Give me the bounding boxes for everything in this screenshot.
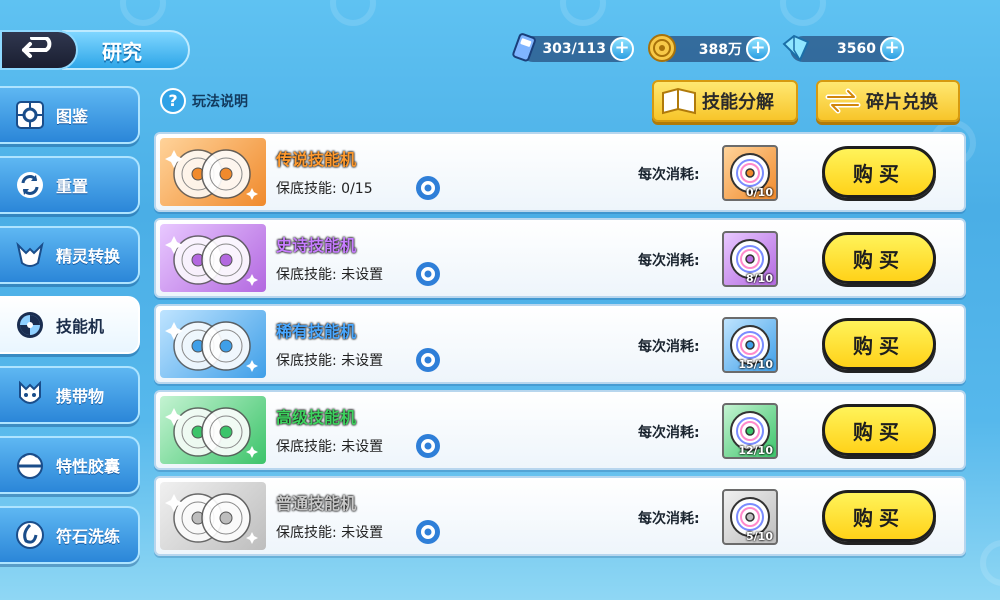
capsule-icon [14, 449, 46, 481]
cost-item: 0/10 [722, 145, 778, 201]
sidebar-item-label: 图鉴 [56, 107, 89, 126]
crystal-icon [782, 34, 810, 62]
skill-machine-row: 传说技能机 保底技能: 0/15 每次消耗: 0/10 购买 [154, 132, 966, 212]
skill-machine-row: 普通技能机 保底技能: 未设置 每次消耗: 5/10 购买 [154, 476, 966, 556]
skill-machine-row: 稀有技能机 保底技能: 未设置 每次消耗: 15/10 购买 [154, 304, 966, 384]
buy-button[interactable]: 购买 [822, 146, 936, 198]
cost-label: 每次消耗: [638, 425, 700, 441]
sidebar-item-label: 符石洗练 [56, 527, 121, 546]
sidebar-item-label: 精灵转换 [56, 247, 121, 266]
disc-stack-icon [165, 235, 258, 286]
skill-machine-name: 传说技能机 [276, 150, 357, 169]
back-button[interactable] [0, 30, 78, 70]
fragment-exchange-label: 碎片兑换 [866, 92, 938, 113]
cost-count: 12/10 [738, 444, 773, 457]
top-bar: 研究 303/113 + 388万 + 3560 + [0, 0, 1000, 82]
sidebar-item-reset[interactable]: 重置 [0, 156, 140, 214]
disc-stack-icon [165, 321, 258, 372]
ticket-icon [512, 33, 536, 62]
skill-machine-name: 普通技能机 [276, 494, 357, 513]
item-icon [14, 379, 46, 411]
sidebar-item-trait-capsule[interactable]: 特性胶囊 [0, 436, 140, 494]
buy-button[interactable]: 购买 [822, 318, 936, 370]
cost-item: 12/10 [722, 403, 778, 459]
sidebar-item-label: 特性胶囊 [56, 457, 121, 476]
skill-machine-thumbnail [160, 310, 266, 378]
disc-stack-icon [165, 493, 258, 544]
resource-coin: 388万 + [648, 34, 770, 62]
resource-crystal: 3560 + [782, 34, 904, 62]
cost-item: 5/10 [722, 489, 778, 545]
help-link[interactable]: ? 玩法说明 [160, 88, 248, 114]
pokedex-icon [14, 99, 46, 131]
skill-machine-thumbnail [160, 224, 266, 292]
rune-icon [14, 519, 46, 551]
cost-count: 0/10 [746, 186, 773, 199]
book-icon [662, 87, 696, 115]
skill-machine-thumbnail [160, 482, 266, 550]
disc-stack-icon [165, 149, 258, 200]
sidebar-item-label: 技能机 [56, 317, 105, 336]
cost-count: 8/10 [746, 272, 773, 285]
cost-label: 每次消耗: [638, 339, 700, 355]
add-ticket-button[interactable]: + [610, 37, 634, 61]
skill-machine-name: 高级技能机 [276, 408, 357, 427]
skill-machine-row: 高级技能机 保底技能: 未设置 每次消耗: 12/10 购买 [154, 390, 966, 470]
exchange-arrows-icon [825, 88, 861, 114]
coin-icon [648, 34, 676, 62]
guarantee-skill-text: 保底技能: 未设置 [276, 353, 384, 369]
buy-button[interactable]: 购买 [822, 232, 936, 284]
cost-label: 每次消耗: [638, 511, 700, 527]
gear-icon[interactable] [414, 518, 442, 546]
sidebar-item-held-item[interactable]: 携带物 [0, 366, 140, 424]
cost-count: 15/10 [738, 358, 773, 371]
back-arrow-icon [22, 37, 52, 58]
skill-machine-row: 史诗技能机 保底技能: 未设置 每次消耗: 8/10 购买 [154, 218, 966, 298]
gear-icon[interactable] [414, 260, 442, 288]
buy-button[interactable]: 购买 [822, 404, 936, 456]
gear-icon[interactable] [414, 346, 442, 374]
help-icon: ? [160, 88, 186, 114]
cost-count: 5/10 [746, 530, 773, 543]
skill-decompose-label: 技能分解 [702, 92, 774, 113]
skill-decompose-button[interactable]: 技能分解 [652, 80, 798, 122]
sidebar-item-label: 重置 [56, 177, 89, 196]
page-title: 研究 [62, 30, 190, 70]
gear-icon[interactable] [414, 174, 442, 202]
sidebar-item-sprite-convert[interactable]: 精灵转换 [0, 226, 140, 284]
skill-machine-name: 稀有技能机 [276, 322, 357, 341]
guarantee-skill-text: 保底技能: 未设置 [276, 267, 384, 283]
gear-icon[interactable] [414, 432, 442, 460]
sidebar-item-pokedex[interactable]: 图鉴 [0, 86, 140, 144]
fragment-exchange-button[interactable]: 碎片兑换 [816, 80, 960, 122]
guarantee-skill-text: 保底技能: 未设置 [276, 525, 384, 541]
guarantee-skill-text: 保底技能: 0/15 [276, 181, 373, 197]
buy-button[interactable]: 购买 [822, 490, 936, 542]
skill-machine-name: 史诗技能机 [276, 236, 357, 255]
disc-stack-icon [165, 407, 258, 458]
add-coin-button[interactable]: + [746, 37, 770, 61]
sprite-convert-icon [14, 239, 46, 271]
sidebar-item-label: 携带物 [56, 387, 105, 406]
cost-item: 8/10 [722, 231, 778, 287]
skill-machine-thumbnail [160, 138, 266, 206]
sidebar-item-rune-refine[interactable]: 符石洗练 [0, 506, 140, 564]
add-crystal-button[interactable]: + [880, 37, 904, 61]
guarantee-skill-text: 保底技能: 未设置 [276, 439, 384, 455]
skill-machine-thumbnail [160, 396, 266, 464]
resource-ticket: 303/113 + [512, 33, 634, 62]
help-label: 玩法说明 [192, 94, 248, 110]
cost-item: 15/10 [722, 317, 778, 373]
disc-icon [14, 309, 46, 341]
page-title-text: 研究 [102, 39, 142, 64]
cost-label: 每次消耗: [638, 167, 700, 183]
reset-icon [14, 169, 46, 201]
cost-label: 每次消耗: [638, 253, 700, 269]
sidebar-item-skill-machine[interactable]: 技能机 [0, 296, 140, 354]
